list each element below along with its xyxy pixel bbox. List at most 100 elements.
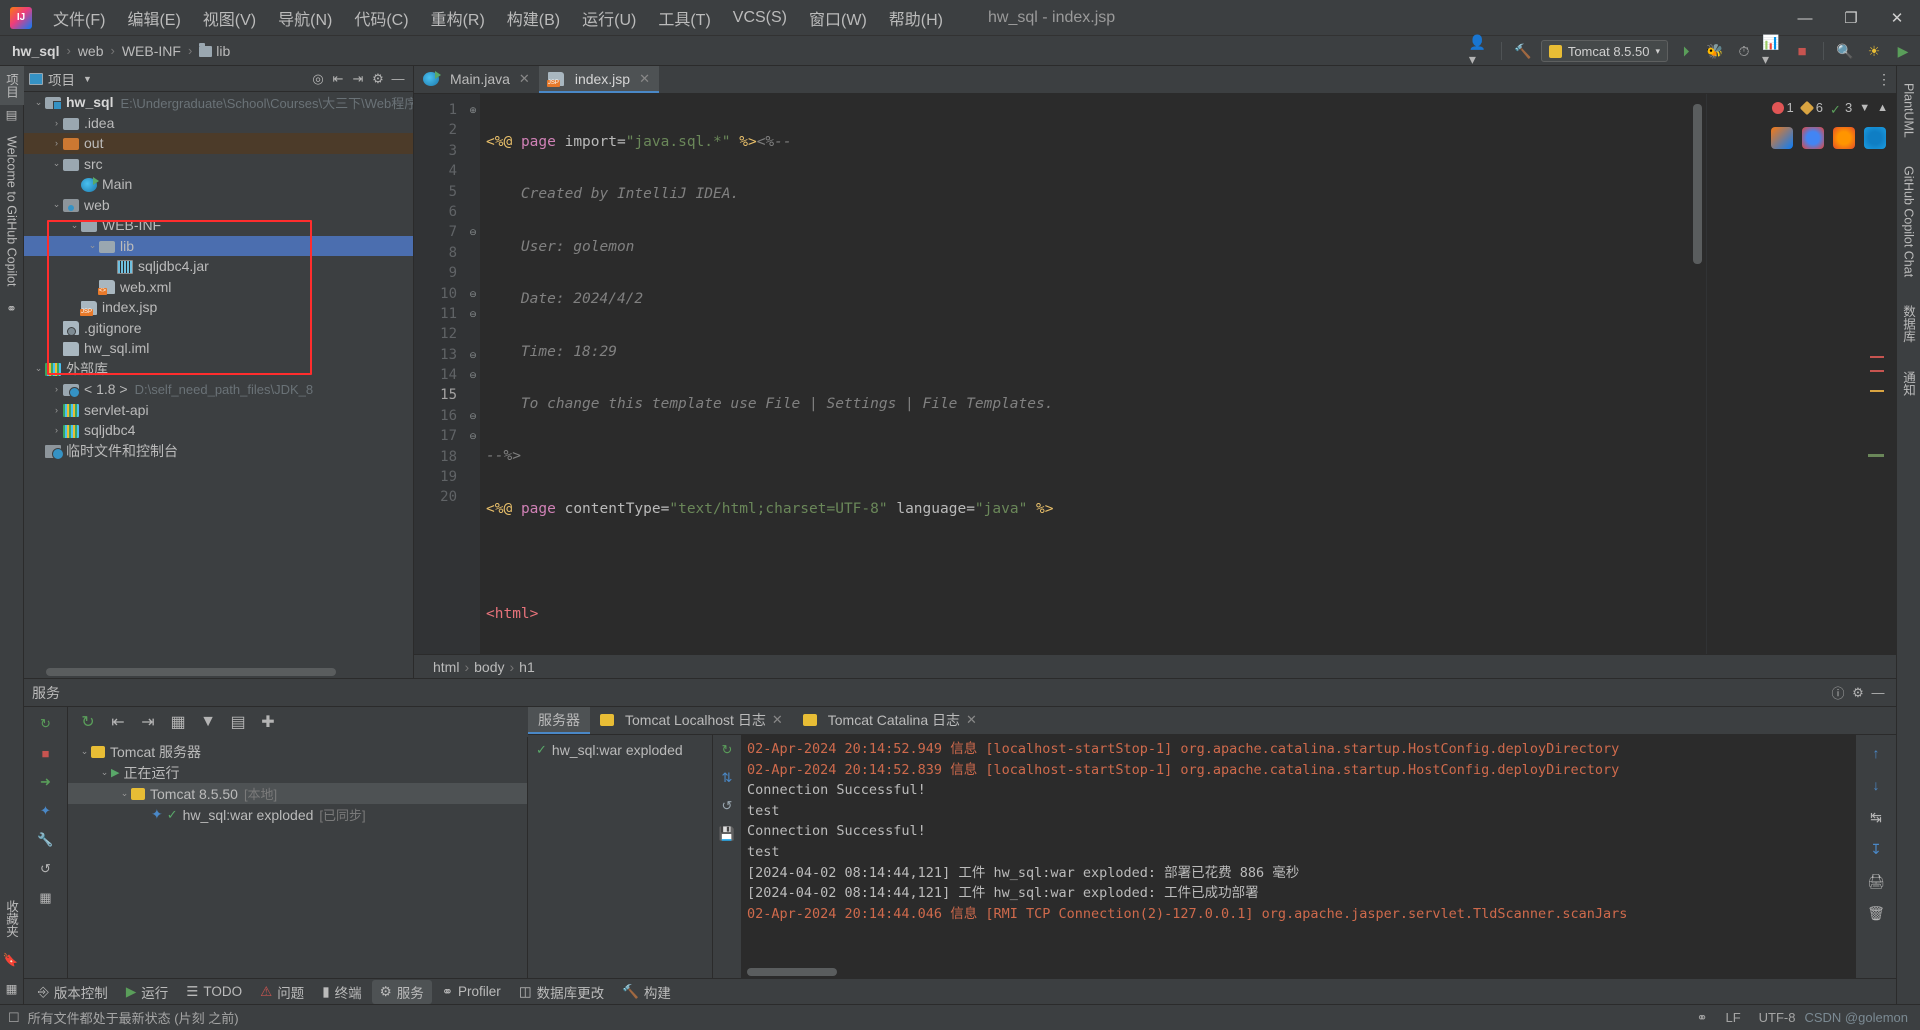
structure-icon[interactable]: ▤ <box>1 105 22 129</box>
chevron-down-icon[interactable]: ⌄ <box>32 97 45 108</box>
chevron-down-icon[interactable]: ⌄ <box>68 220 81 231</box>
close-icon[interactable]: ✕ <box>639 71 650 87</box>
scroll-down-icon[interactable]: ↓ <box>1864 773 1888 797</box>
code-editor[interactable]: 1 2 3 4 5 6 7 8 9 10 11 12 13 14 15 16 17 18 19 20 ⊕ ⊖ ⊖ ⊖ ⊖ ⊖ ⊖ ⊖… <box>414 94 1896 654</box>
expand-all-icon[interactable]: ⇤ <box>328 69 348 89</box>
warning-marker[interactable] <box>1870 390 1884 392</box>
code-fold-toggle[interactable]: ⊖ <box>466 222 480 242</box>
sidebar-item-project[interactable]: 项目 <box>0 66 24 105</box>
tree-row[interactable]: › < 1.8 > D:\self_need_path_files\JDK_8 <box>24 379 413 400</box>
chevron-down-icon[interactable]: ⌄ <box>50 199 63 210</box>
chevron-right-icon[interactable]: › <box>50 405 63 415</box>
code-fold-toggle[interactable]: ⊖ <box>466 284 480 304</box>
menu-navigate[interactable]: 导航(N) <box>267 2 343 34</box>
collapse-all-icon[interactable]: ⇥ <box>136 710 160 734</box>
tree-row[interactable]: ⌄ web <box>24 195 413 216</box>
copilot-icon[interactable]: ⚭ <box>1 294 22 323</box>
hide-panel-icon[interactable]: — <box>388 69 408 89</box>
tool-window-services[interactable]: ⚙ 服务 <box>371 979 432 1004</box>
settings-gear-icon[interactable]: ⚙ <box>1848 683 1868 703</box>
close-button[interactable]: ✕ <box>1874 0 1920 36</box>
run-configuration-selector[interactable]: Tomcat 8.5.50 ▾ <box>1540 40 1668 62</box>
settings-gear-icon[interactable]: ⚙ <box>368 69 388 89</box>
chevron-down-icon[interactable]: ⌄ <box>50 158 63 169</box>
tool-window-todo[interactable]: ☰ TODO <box>178 982 250 1002</box>
update-application-icon[interactable]: ✦ <box>34 799 58 823</box>
tool-window-vcs[interactable]: ⎆ 版本控制 <box>30 980 116 1004</box>
scroll-to-end-icon[interactable]: ↧ <box>1864 837 1888 861</box>
breadcrumb-body[interactable]: body <box>469 659 509 675</box>
deployments-list[interactable]: ✓ hw_sql:war exploded <box>528 735 713 978</box>
breadcrumb-project[interactable]: hw_sql <box>8 41 63 61</box>
code-fold-toggle[interactable]: ⊖ <box>466 365 480 385</box>
updates-icon[interactable]: ☀ <box>1863 40 1885 62</box>
rerun-icon[interactable]: ↻ <box>76 710 100 734</box>
console-output[interactable]: 02-Apr-2024 20:14:52.949 信息 [localhost-s… <box>741 735 1856 978</box>
tab-tomcat-localhost-log[interactable]: Tomcat Localhost 日志 ✕ <box>590 707 793 734</box>
console-hscrollbar[interactable] <box>747 968 837 976</box>
print-icon[interactable]: 🖨 <box>1864 869 1888 893</box>
project-tree[interactable]: ⌄ hw_sql E:\Undergraduate\School\Courses\大… <box>24 92 413 666</box>
menu-window[interactable]: 窗口(W) <box>798 2 878 34</box>
stop-icon[interactable]: ■ <box>34 741 58 765</box>
redeploy-icon[interactable]: ➜ <box>34 770 58 794</box>
check-count-badge[interactable]: ✓ 3 <box>1830 100 1852 117</box>
open-in-idea-icon[interactable] <box>1771 127 1793 149</box>
tree-row[interactable]: › .idea <box>24 113 413 134</box>
chevron-down-icon[interactable]: ⌄ <box>78 746 91 757</box>
layout-icon[interactable]: ▦ <box>1 974 22 1004</box>
chevron-right-icon[interactable]: › <box>50 118 63 128</box>
add-icon[interactable]: ✚ <box>256 710 280 734</box>
chevron-down-icon[interactable]: ▼ <box>1859 102 1870 114</box>
soft-wrap-icon[interactable]: ↹ <box>1864 805 1888 829</box>
tool-window-build[interactable]: 🔨 构建 <box>614 980 679 1004</box>
tree-row[interactable]: JSP index.jsp <box>24 297 413 318</box>
accessibility-icon[interactable]: ⚭ <box>1688 1010 1717 1026</box>
group-icon[interactable]: ▦ <box>166 710 190 734</box>
error-marker[interactable] <box>1870 356 1884 358</box>
rerun-icon[interactable]: ↻ <box>716 739 738 761</box>
code-fold-toggle[interactable]: ⊖ <box>466 304 480 324</box>
chrome-browser-icon[interactable] <box>1802 127 1824 149</box>
tree-row[interactable]: ⌄ src <box>24 154 413 175</box>
sidebar-item-plantuml[interactable]: PlantUML <box>1899 76 1919 145</box>
menu-tools[interactable]: 工具(T) <box>647 2 721 34</box>
inspection-summary[interactable]: 1 6 ✓ 3 ▼ ▲ <box>1707 94 1896 117</box>
rerun-failed-icon[interactable]: ⇅ <box>716 767 738 789</box>
code-fold-toggle[interactable]: ⊖ <box>466 406 480 426</box>
menu-code[interactable]: 代码(C) <box>343 2 419 34</box>
locate-icon[interactable]: ◎ <box>308 69 328 89</box>
tree-row[interactable]: ⌄ WEB-INF <box>24 215 413 236</box>
menu-run[interactable]: 运行(U) <box>571 2 647 34</box>
hide-panel-icon[interactable]: — <box>1868 683 1888 703</box>
sidebar-item-welcome-copilot[interactable]: Welcome to GitHub Copilot <box>2 129 22 294</box>
tree-row[interactable]: <> web.xml <box>24 277 413 298</box>
expand-all-icon[interactable]: ⇤ <box>106 710 130 734</box>
close-icon[interactable]: ✕ <box>772 712 783 728</box>
edge-browser-icon[interactable] <box>1864 127 1886 149</box>
restart-icon[interactable]: ↺ <box>34 857 58 881</box>
deployment-item[interactable]: ✓ hw_sql:war exploded <box>528 739 712 760</box>
editor-options-icon[interactable]: ⋮ <box>1872 66 1896 93</box>
tree-row[interactable]: › servlet-api <box>24 400 413 421</box>
profiler-icon[interactable]: 📊▾ <box>1762 34 1784 67</box>
tab-main-java[interactable]: Main.java ✕ <box>414 66 539 93</box>
close-icon[interactable]: ✕ <box>966 712 977 728</box>
error-marker[interactable] <box>1870 370 1884 372</box>
view-options-icon[interactable]: ▤ <box>226 710 250 734</box>
menu-edit[interactable]: 编辑(E) <box>116 2 191 34</box>
tool-window-profiler[interactable]: ⚭ Profiler <box>434 982 509 1002</box>
debug-icon[interactable]: 🐝 <box>1704 40 1726 62</box>
redeploy-icon[interactable]: 💾 <box>716 823 738 845</box>
help-icon[interactable]: ⓘ <box>1828 683 1848 703</box>
tree-row[interactable]: .gitignore <box>24 318 413 339</box>
tree-row[interactable]: › out <box>24 133 413 154</box>
line-separator[interactable]: LF <box>1716 1010 1749 1025</box>
menu-file[interactable]: 文件(F) <box>42 2 116 34</box>
stop-icon[interactable]: ■ <box>1791 40 1813 62</box>
code-fold-toggle[interactable]: ⊕ <box>466 100 480 120</box>
menu-refactor[interactable]: 重构(R) <box>420 2 496 34</box>
todo-marker[interactable] <box>1868 454 1884 457</box>
code-fold-toggle[interactable]: ⊖ <box>466 345 480 365</box>
tree-row[interactable]: 临时文件和控制台 <box>24 441 413 462</box>
